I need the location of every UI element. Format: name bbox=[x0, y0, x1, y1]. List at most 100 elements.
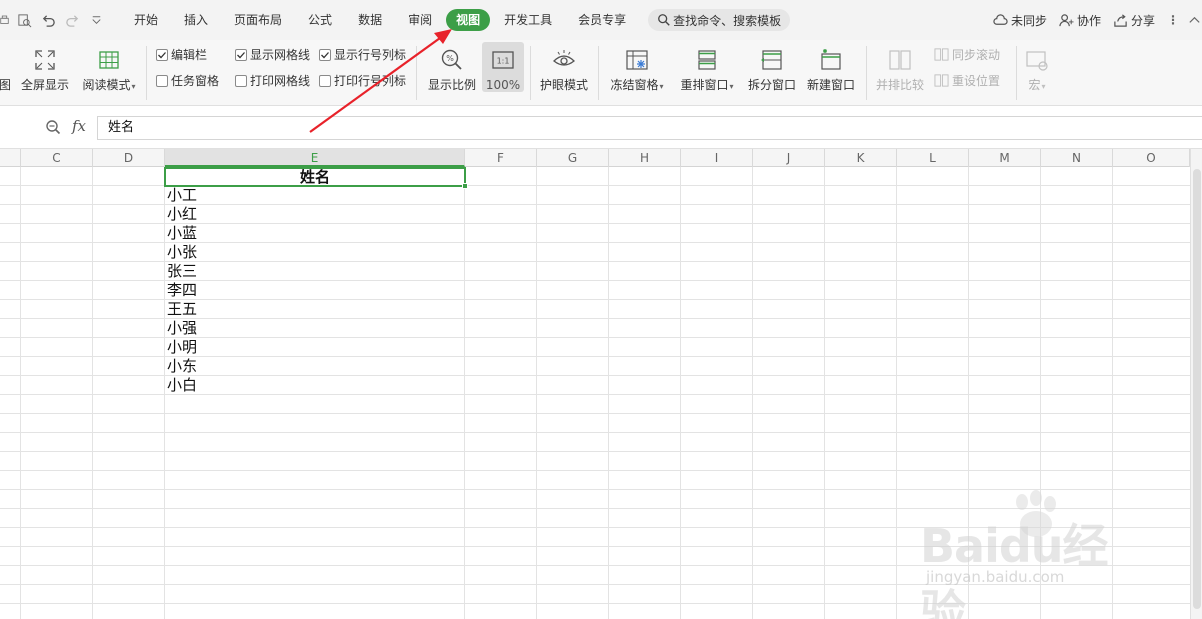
fill-handle[interactable] bbox=[462, 183, 468, 189]
view-ribbon: 图 全屏显示 阅读模式▾ 编辑栏 任务窗格 显示网格线 打印网格线 显示行号列标… bbox=[0, 40, 1202, 106]
collapse-ribbon-icon[interactable] bbox=[1187, 13, 1202, 28]
table-cell[interactable]: 小红 bbox=[165, 205, 197, 224]
new-window-icon bbox=[821, 49, 841, 70]
show-gridlines-label: 显示网格线 bbox=[250, 48, 311, 62]
show-headers-checkbox[interactable]: 显示行号列标 bbox=[319, 46, 406, 63]
formula-input[interactable]: 姓名 bbox=[97, 116, 1202, 140]
reading-mode-button[interactable]: 阅读模式▾ bbox=[80, 40, 138, 106]
column-header[interactable]: O bbox=[1113, 149, 1190, 167]
dropdown-caret-icon: ▾ bbox=[131, 82, 136, 91]
side-by-side-label: 并排比较 bbox=[875, 78, 924, 92]
column-header[interactable]: G bbox=[537, 149, 609, 167]
column-header[interactable]: I bbox=[681, 149, 753, 167]
zoom-100-button[interactable]: 1:1 100% bbox=[482, 42, 524, 92]
tab-view[interactable]: 视图 bbox=[446, 9, 491, 31]
column-header[interactable]: D bbox=[93, 149, 165, 167]
selected-cell-header[interactable]: 姓名 bbox=[164, 167, 468, 189]
column-header[interactable] bbox=[0, 149, 21, 167]
ribbon-item-partial[interactable]: 图 bbox=[0, 40, 12, 106]
column-header[interactable]: J bbox=[753, 149, 825, 167]
fx-icon[interactable]: fx bbox=[72, 117, 86, 135]
arrange-windows-label: 重排窗口 bbox=[680, 78, 729, 92]
dropdown-caret-icon: ▾ bbox=[659, 82, 664, 91]
task-pane-checkbox[interactable]: 任务窗格 bbox=[156, 72, 219, 89]
column-header[interactable]: F bbox=[465, 149, 537, 167]
ribbon-divider bbox=[1016, 46, 1017, 100]
tab-insert[interactable]: 插入 bbox=[172, 9, 220, 31]
sync-scroll-button[interactable]: 同步滚动 bbox=[934, 46, 1000, 63]
scrollbar-thumb[interactable] bbox=[1193, 169, 1201, 609]
print-headers-checkbox[interactable]: 打印行号列标 bbox=[319, 72, 406, 89]
ribbon-tabs: 开始 插入 页面布局 公式 数据 审阅 视图 开发工具 会员专享 查找命令、搜索… bbox=[122, 0, 791, 40]
fullscreen-label: 全屏显示 bbox=[20, 78, 69, 92]
search-icon bbox=[658, 14, 670, 26]
checkmark-icon bbox=[158, 51, 166, 58]
table-cell[interactable]: 小白 bbox=[165, 376, 197, 395]
edit-bar-label: 编辑栏 bbox=[171, 48, 208, 62]
share-button[interactable]: 分享 bbox=[1113, 12, 1155, 29]
table-cell[interactable]: 小明 bbox=[165, 338, 197, 357]
tab-review[interactable]: 审阅 bbox=[396, 9, 444, 31]
column-header[interactable]: N bbox=[1041, 149, 1113, 167]
ribbon-item-partial-label: 图 bbox=[0, 78, 11, 92]
table-cell[interactable]: 张三 bbox=[165, 262, 197, 281]
reset-position-label: 重设位置 bbox=[952, 74, 1001, 88]
print-preview-icon[interactable] bbox=[12, 8, 36, 32]
task-pane-label: 任务窗格 bbox=[171, 74, 220, 88]
column-header[interactable]: L bbox=[897, 149, 969, 167]
command-search[interactable]: 查找命令、搜索模板 bbox=[648, 9, 791, 31]
column-header[interactable]: H bbox=[609, 149, 681, 167]
print-gridlines-checkbox[interactable]: 打印网格线 bbox=[235, 72, 310, 89]
dropdown-caret-icon: ▾ bbox=[729, 82, 734, 91]
fullscreen-button[interactable]: 全屏显示 bbox=[20, 40, 70, 106]
arrange-windows-button[interactable]: 重排窗口▾ bbox=[676, 40, 738, 106]
zoom-icon[interactable] bbox=[45, 119, 61, 135]
arrange-windows-icon bbox=[698, 50, 716, 70]
tab-member[interactable]: 会员专享 bbox=[566, 9, 638, 31]
tab-start[interactable]: 开始 bbox=[122, 9, 170, 31]
reset-position-button[interactable]: 重设位置 bbox=[934, 72, 1000, 89]
redo-icon[interactable] bbox=[60, 8, 84, 32]
undo-icon[interactable] bbox=[36, 8, 60, 32]
freeze-panes-button[interactable]: 冻结窗格▾ bbox=[606, 40, 668, 106]
table-cell[interactable]: 李四 bbox=[165, 281, 197, 300]
column-header[interactable]: C bbox=[21, 149, 93, 167]
vertical-scrollbar[interactable] bbox=[1190, 149, 1202, 619]
macro-button[interactable]: 宏▾ bbox=[1022, 40, 1052, 106]
show-gridlines-checkbox[interactable]: 显示网格线 bbox=[235, 46, 310, 63]
table-cell[interactable]: 小张 bbox=[165, 243, 197, 262]
column-header[interactable]: K bbox=[825, 149, 897, 167]
cell-grid[interactable]: 姓名 小工 小红 小蓝 小张 张三 李四 王五 小强 小明 小东 小白 bbox=[0, 167, 1190, 619]
customize-toolbar-icon[interactable] bbox=[84, 8, 108, 32]
split-window-button[interactable]: 拆分窗口 bbox=[746, 40, 798, 106]
table-cell[interactable]: 小东 bbox=[165, 357, 197, 376]
column-header[interactable]: M bbox=[969, 149, 1041, 167]
sync-status-label: 未同步 bbox=[1010, 13, 1047, 28]
tab-developer[interactable]: 开发工具 bbox=[492, 9, 564, 31]
print-gridlines-label: 打印网格线 bbox=[250, 74, 311, 88]
table-cell[interactable]: 小工 bbox=[165, 186, 197, 205]
new-window-button[interactable]: 新建窗口 bbox=[804, 40, 858, 106]
sync-status-button[interactable]: 未同步 bbox=[993, 12, 1047, 29]
tab-formula[interactable]: 公式 bbox=[296, 9, 344, 31]
cloud-icon bbox=[993, 13, 1008, 25]
tab-page-layout[interactable]: 页面布局 bbox=[222, 9, 294, 31]
table-cell[interactable]: 小强 bbox=[165, 319, 197, 338]
print-icon[interactable] bbox=[0, 8, 12, 32]
zoom-ratio-button[interactable]: % 显示比例 bbox=[426, 40, 478, 106]
table-cell[interactable]: 王五 bbox=[165, 300, 197, 319]
collaborate-label: 协作 bbox=[1076, 13, 1101, 28]
column-header-selected[interactable]: E bbox=[165, 149, 465, 167]
quick-access-toolbar bbox=[0, 0, 108, 40]
eye-protection-button[interactable]: 护眼模式 bbox=[538, 40, 590, 106]
side-by-side-button[interactable]: 并排比较 bbox=[874, 40, 926, 106]
tab-data[interactable]: 数据 bbox=[346, 9, 394, 31]
spreadsheet-app: 开始 插入 页面布局 公式 数据 审阅 视图 开发工具 会员专享 查找命令、搜索… bbox=[0, 0, 1202, 619]
table-cell[interactable]: 小蓝 bbox=[165, 224, 197, 243]
edit-bar-checkbox[interactable]: 编辑栏 bbox=[156, 46, 207, 63]
svg-text:%: % bbox=[446, 54, 454, 63]
more-options-icon[interactable]: ⋮ bbox=[1167, 13, 1179, 27]
macro-icon bbox=[1026, 51, 1048, 71]
side-by-side-icon bbox=[889, 50, 911, 70]
collaborate-button[interactable]: 协作 bbox=[1059, 12, 1101, 29]
